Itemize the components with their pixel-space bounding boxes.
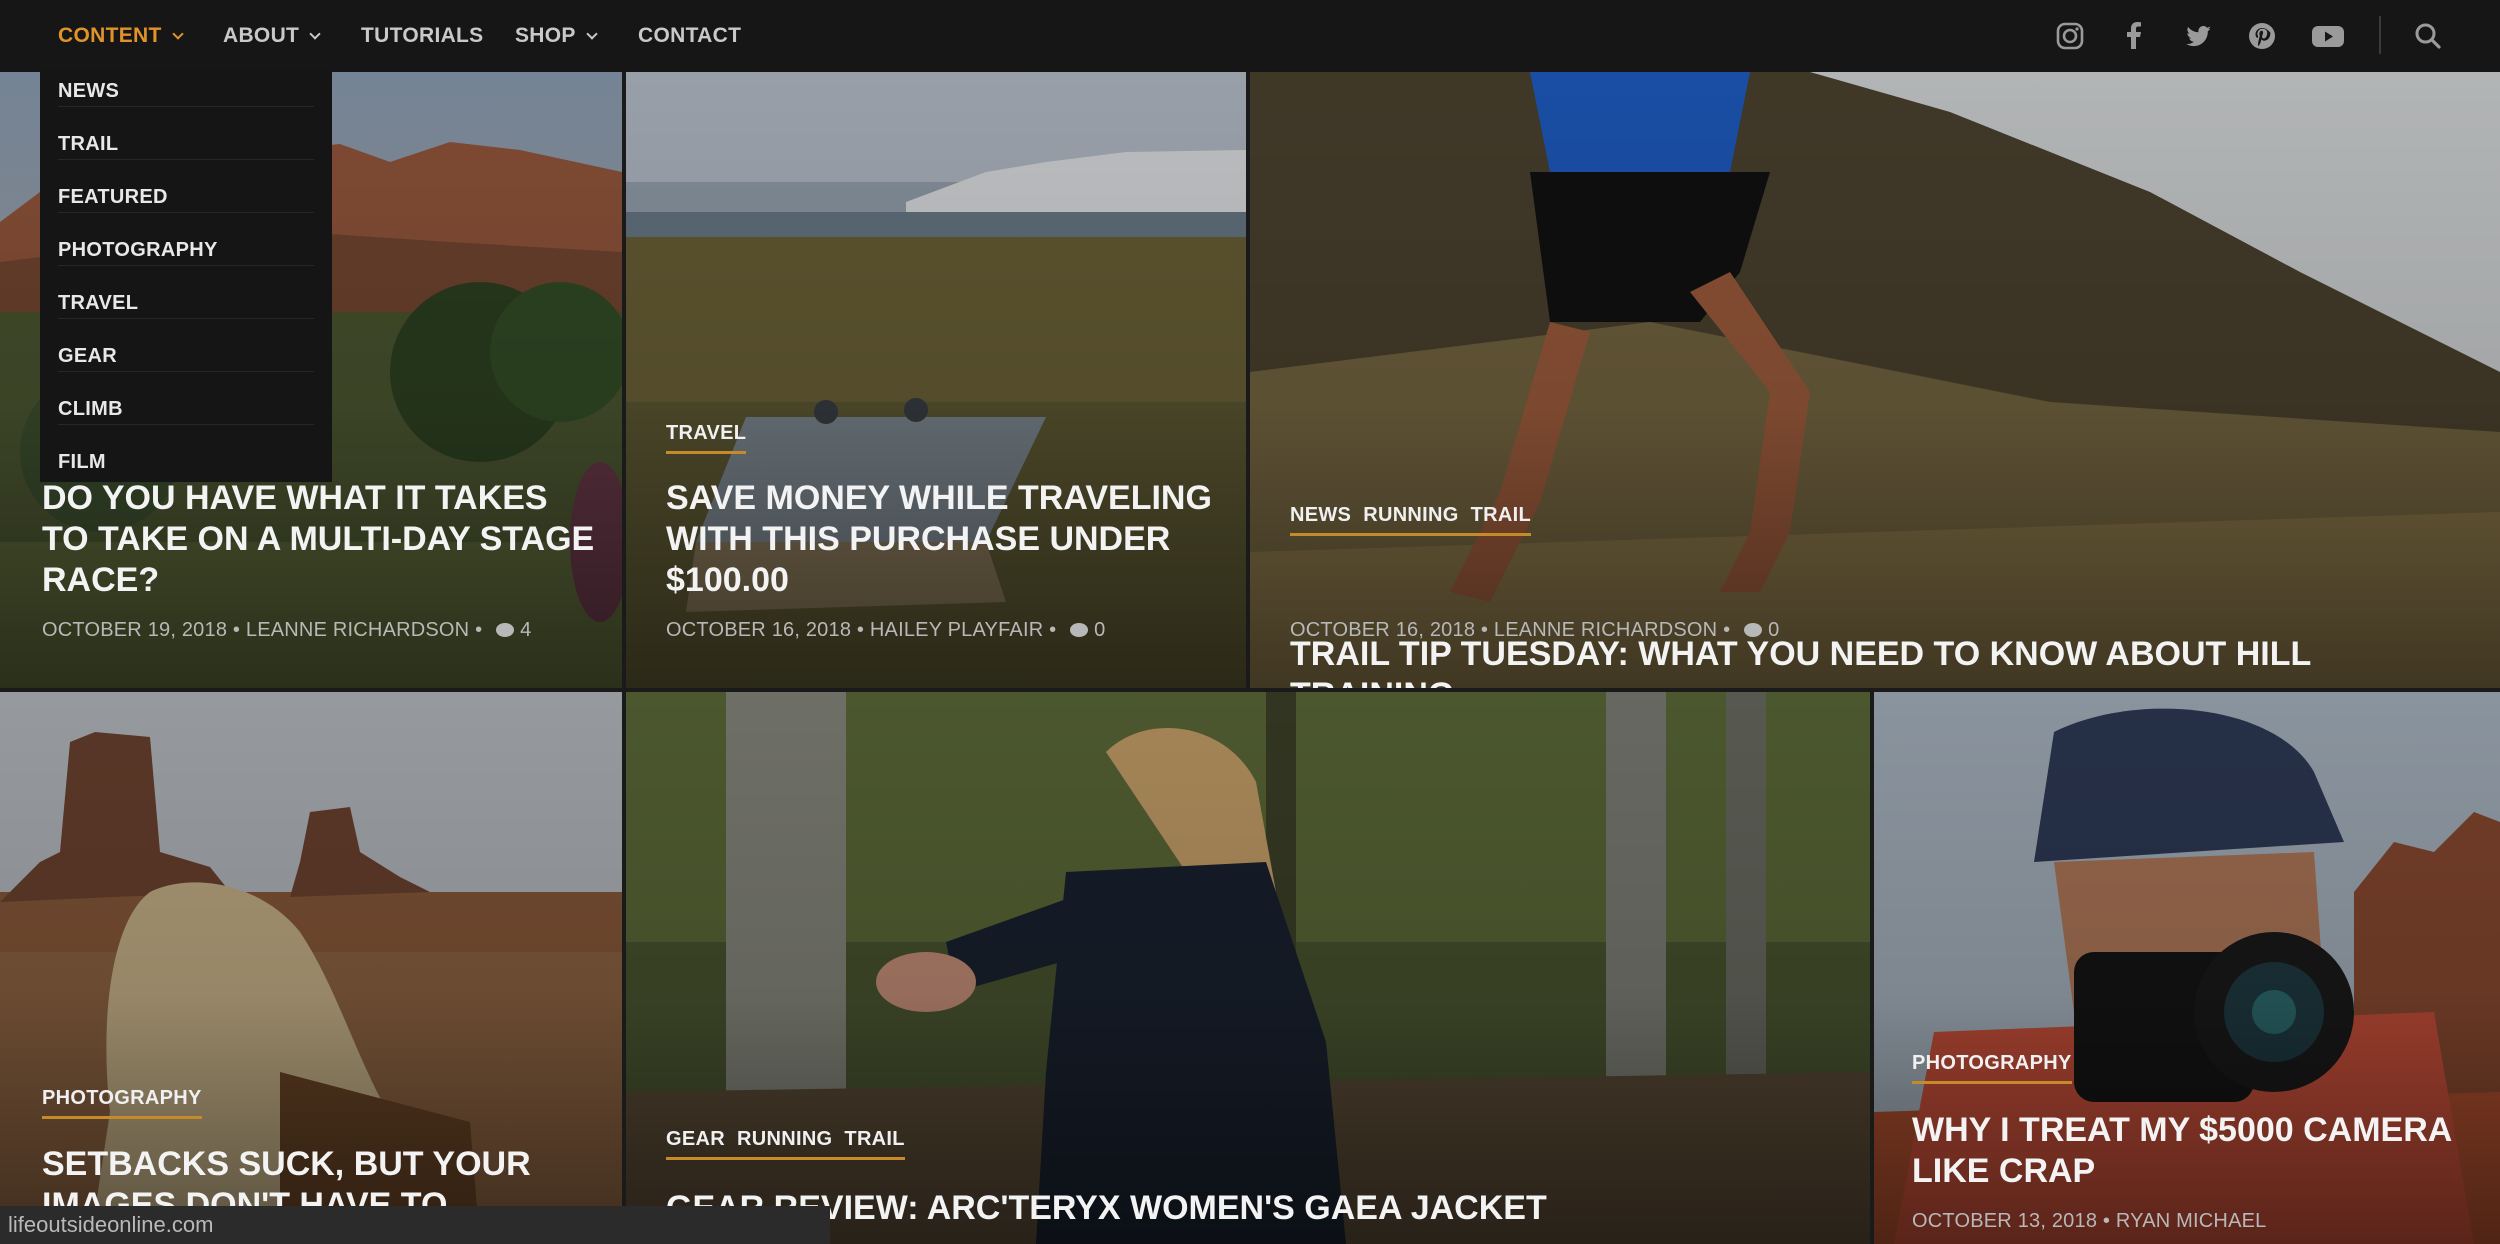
youtube-icon[interactable]	[2310, 20, 2346, 52]
meta-separator: •	[475, 619, 483, 641]
chevron-down-icon	[586, 27, 598, 40]
category-link[interactable]: PHOTOGRAPHY	[1912, 1052, 2072, 1074]
post-categories: TRAVEL	[666, 422, 747, 454]
meta-separator: •	[1723, 619, 1731, 641]
nav-item-shop[interactable]: SHOP	[515, 0, 598, 72]
meta-separator: •	[856, 619, 865, 641]
category-link[interactable]: RUNNING	[737, 1128, 832, 1150]
category-link[interactable]: RUNNING	[1363, 504, 1458, 526]
category-link[interactable]: TRAVEL	[666, 422, 746, 444]
post-author[interactable]: RYAN MICHAEL	[2116, 1210, 2267, 1232]
comment-icon	[1070, 623, 1089, 637]
post-author[interactable]: HAILEY PLAYFAIR	[870, 619, 1043, 641]
nav-item-shop-label: SHOP	[515, 24, 576, 47]
comment-count[interactable]: 0	[1768, 619, 1779, 641]
search-icon[interactable]	[2412, 20, 2444, 52]
category-link[interactable]: PHOTOGRAPHY	[42, 1087, 202, 1109]
meta-separator: •	[2102, 1210, 2111, 1232]
facebook-icon[interactable]	[2118, 20, 2150, 52]
post-categories: PHOTOGRAPHY	[42, 1087, 202, 1119]
nav-divider	[2379, 16, 2381, 54]
chevron-down-icon	[309, 27, 321, 40]
post-title[interactable]: WHY I TREAT MY $5000 CAMERA LIKE CRAP	[1912, 1110, 2482, 1192]
post-categories: PHOTOGRAPHY	[1912, 1052, 2072, 1084]
nav-item-content[interactable]: CONTENT	[58, 0, 184, 72]
post-title[interactable]: SAVE MONEY WHILE TRAVELING WITH THIS PUR…	[666, 478, 1226, 601]
category-link[interactable]: NEWS	[1290, 504, 1351, 526]
meta-separator: •	[232, 619, 241, 641]
post-title[interactable]: GEAR REVIEW: ARC'TERYX WOMEN'S GAEA JACK…	[666, 1188, 1846, 1229]
twitter-icon[interactable]	[2182, 20, 2214, 52]
nav-item-content-label: CONTENT	[58, 24, 162, 47]
divider	[58, 424, 314, 425]
post-tile-camera[interactable]: PHOTOGRAPHY WHY I TREAT MY $5000 CAMERA …	[1874, 692, 2500, 1244]
post-date: OCTOBER 16, 2018	[666, 619, 852, 641]
nav-item-about-label: ABOUT	[223, 24, 300, 47]
comment-count[interactable]: 0	[1094, 619, 1105, 641]
post-date: OCTOBER 19, 2018	[42, 619, 228, 641]
divider	[58, 159, 314, 160]
post-tile-gaea-jacket[interactable]: GEAR RUNNING TRAIL GEAR REVIEW: ARC'TERYX …	[626, 692, 1870, 1244]
post-tile-hill-training[interactable]: NEWS RUNNING TRAIL TRAIL TIP TUESDAY: WHAT…	[1250, 72, 2500, 688]
nav-item-tutorials-label: TUTORIALS	[361, 24, 484, 47]
meta-separator: •	[1049, 619, 1057, 641]
post-date: OCTOBER 16, 2018	[1290, 619, 1476, 641]
divider	[58, 265, 314, 266]
tile-overlay	[626, 692, 1870, 1244]
post-categories: NEWS RUNNING TRAIL	[1290, 504, 1532, 536]
top-navigation-bar: CONTENT ABOUT TUTORIALS SHOP CONTACT	[0, 0, 2500, 72]
browser-status-bar: lifeoutsideonline.com	[0, 1206, 830, 1244]
post-date: OCTOBER 13, 2018	[1912, 1210, 2098, 1232]
pinterest-icon[interactable]	[2246, 20, 2278, 52]
post-tile-save-money[interactable]: TRAVEL SAVE MONEY WHILE TRAVELING WITH T…	[626, 72, 1246, 688]
post-author[interactable]: LEANNE RICHARDSON	[1494, 619, 1717, 641]
post-meta: OCTOBER 16, 2018 • HAILEY PLAYFAIR • 0	[666, 619, 1105, 642]
category-link[interactable]: TRAIL	[1471, 504, 1531, 526]
divider	[58, 371, 314, 372]
dropdown-item-film[interactable]: FILM	[58, 441, 106, 483]
divider	[58, 212, 314, 213]
comment-icon	[496, 623, 515, 637]
comment-count[interactable]: 4	[520, 619, 531, 641]
comment-icon	[1744, 623, 1763, 637]
category-link[interactable]: TRAIL	[844, 1128, 904, 1150]
post-tile-setbacks[interactable]: PHOTOGRAPHY SETBACKS SUCK, BUT YOUR IMAG…	[0, 692, 622, 1244]
category-link[interactable]: GEAR	[666, 1128, 725, 1150]
post-meta: OCTOBER 13, 2018 • RYAN MICHAEL	[1912, 1210, 2266, 1233]
tile-overlay	[1250, 72, 2500, 688]
post-meta: OCTOBER 16, 2018 • LEANNE RICHARDSON • 0	[1290, 619, 1779, 642]
divider	[58, 318, 314, 319]
chevron-down-icon	[171, 27, 184, 40]
meta-separator: •	[1480, 619, 1489, 641]
post-categories: GEAR RUNNING TRAIL	[666, 1128, 905, 1160]
nav-item-contact-label: CONTACT	[638, 24, 742, 47]
instagram-icon[interactable]	[2054, 20, 2086, 52]
content-dropdown-menu: NEWS TRAIL FEATURED PHOTOGRAPHY TRAVEL G…	[40, 70, 332, 482]
post-author[interactable]: LEANNE RICHARDSON	[246, 619, 469, 641]
post-meta: OCTOBER 19, 2018 • LEANNE RICHARDSON • 4	[42, 619, 531, 642]
nav-item-tutorials[interactable]: TUTORIALS	[361, 0, 483, 72]
nav-item-contact[interactable]: CONTACT	[638, 0, 741, 72]
post-title[interactable]: DO YOU HAVE WHAT IT TAKES TO TAKE ON A M…	[42, 478, 602, 601]
nav-item-about[interactable]: ABOUT	[223, 0, 321, 72]
post-title[interactable]: TRAIL TIP TUESDAY: WHAT YOU NEED TO KNOW…	[1290, 634, 2480, 688]
divider	[58, 106, 314, 107]
